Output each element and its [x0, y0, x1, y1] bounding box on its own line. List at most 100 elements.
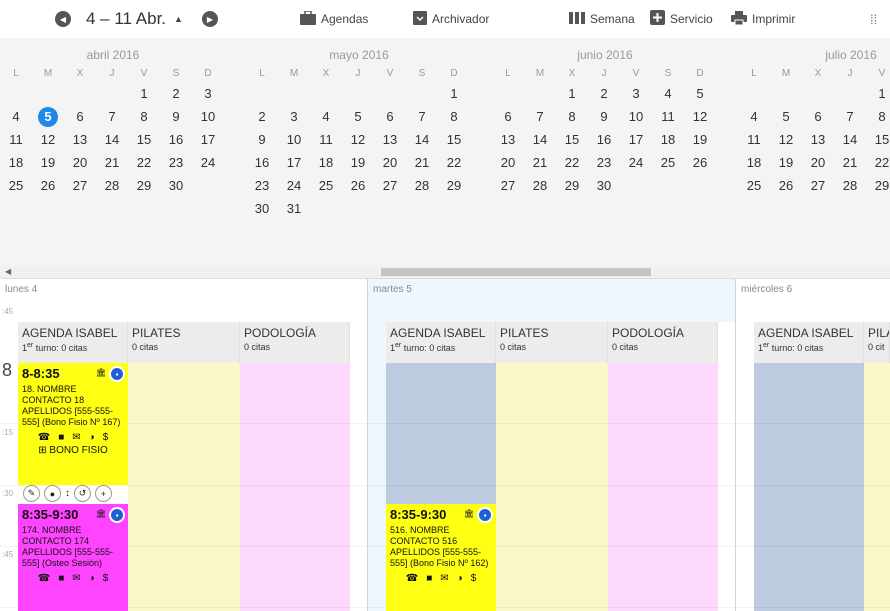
calendar-day[interactable]: 3: [278, 109, 310, 124]
calendar-day[interactable]: 17: [192, 132, 224, 147]
calendar-day[interactable]: 30: [246, 201, 278, 216]
scrollbar-thumb[interactable]: [381, 268, 651, 276]
calendar-day[interactable]: 12: [32, 132, 64, 147]
calendar-day[interactable]: 17: [278, 155, 310, 170]
calendar-day[interactable]: 28: [524, 178, 556, 193]
calendar-day[interactable]: 22: [438, 155, 470, 170]
calendar-day[interactable]: 8: [866, 109, 890, 124]
calendar-day[interactable]: 11: [652, 109, 684, 124]
add-icon[interactable]: +: [95, 485, 112, 502]
podologia-column[interactable]: [608, 363, 718, 611]
calendar-day[interactable]: 22: [866, 155, 890, 170]
phone-icon[interactable]: ☎: [406, 573, 418, 584]
calendar-day[interactable]: 23: [246, 178, 278, 193]
date-range-selector[interactable]: 4 – 11 Abr. ▲: [80, 0, 183, 38]
calendar-day[interactable]: 24: [620, 155, 652, 170]
horizontal-scrollbar[interactable]: ◀: [0, 266, 890, 279]
calendar-day[interactable]: 17: [620, 132, 652, 147]
calendar-day[interactable]: 28: [406, 178, 438, 193]
calendar-day[interactable]: 1: [128, 86, 160, 101]
calendar-day[interactable]: 15: [438, 132, 470, 147]
calendar-day[interactable]: 4: [652, 86, 684, 101]
calendar-day[interactable]: 16: [588, 132, 620, 147]
calendar-day[interactable]: 7: [524, 109, 556, 124]
calendar-day[interactable]: 16: [246, 155, 278, 170]
calendar-day[interactable]: 13: [64, 132, 96, 147]
edit-icon[interactable]: ✎: [23, 485, 40, 502]
agenda-column[interactable]: [754, 363, 864, 611]
calendar-day[interactable]: 18: [652, 132, 684, 147]
calendar-day[interactable]: 11: [738, 132, 770, 147]
calendar-day[interactable]: 7: [406, 109, 438, 124]
appointment-card[interactable]: 8-8:35 🏛 ▪ 18. NOMBRE CONTACTO 18 APELLI…: [18, 363, 128, 485]
calendar-day[interactable]: 18: [738, 155, 770, 170]
calendar-day[interactable]: 6: [374, 109, 406, 124]
calendar-day[interactable]: 20: [802, 155, 834, 170]
pilates-header[interactable]: PILATES 0 citas: [128, 322, 240, 363]
calendar-day[interactable]: 13: [374, 132, 406, 147]
calendar-day[interactable]: 25: [738, 178, 770, 193]
calendar-day[interactable]: 27: [374, 178, 406, 193]
calendar-day[interactable]: 23: [160, 155, 192, 170]
calendar-day[interactable]: 23: [588, 155, 620, 170]
podologia-column[interactable]: [240, 363, 350, 611]
calendar-day[interactable]: 16: [160, 132, 192, 147]
calendar-day[interactable]: 29: [438, 178, 470, 193]
calendar-day[interactable]: 9: [588, 109, 620, 124]
calendar-day[interactable]: 2: [246, 109, 278, 124]
calendar-day[interactable]: 7: [834, 109, 866, 124]
calendar-day[interactable]: 2: [160, 86, 192, 101]
calendar-day[interactable]: 5: [770, 109, 802, 124]
podologia-header[interactable]: PODOLOGÍA 0 citas: [240, 322, 350, 363]
calendar-day[interactable]: 12: [684, 109, 716, 124]
appointment-card[interactable]: 8:35-9:30 🏛 ▪ 516. NOMBRE CONTACTO 516 A…: [386, 504, 496, 611]
calendar-day[interactable]: 14: [406, 132, 438, 147]
calendar-day[interactable]: 5: [342, 109, 374, 124]
calendar-day[interactable]: 28: [834, 178, 866, 193]
calendar-day[interactable]: 4: [310, 109, 342, 124]
calendar-day[interactable]: 26: [770, 178, 802, 193]
calendar-day[interactable]: 10: [192, 109, 224, 124]
calendar-day[interactable]: 2: [588, 86, 620, 101]
calendar-day[interactable]: 26: [684, 155, 716, 170]
calendar-day[interactable]: 4: [0, 109, 32, 124]
calendar-day[interactable]: 6: [64, 109, 96, 124]
calendar-day[interactable]: 22: [556, 155, 588, 170]
calendar-day[interactable]: 25: [652, 155, 684, 170]
imprimir-button[interactable]: Imprimir: [731, 0, 795, 38]
collapse-icon[interactable]: ⁞⁞: [870, 0, 877, 38]
appointment-card[interactable]: 8:35-9:30 🏛 ▪ 174. NOMBRE CONTACTO 174 A…: [18, 504, 128, 611]
calendar-day[interactable]: 15: [556, 132, 588, 147]
dollar-icon[interactable]: $: [103, 432, 109, 443]
calendar-day[interactable]: 14: [96, 132, 128, 147]
pilates-column[interactable]: [128, 363, 240, 611]
email-icon[interactable]: ✉: [72, 432, 80, 443]
calendar-day[interactable]: 11: [310, 132, 342, 147]
phone-icon[interactable]: ☎: [38, 573, 50, 584]
calendar-day[interactable]: 20: [64, 155, 96, 170]
pie-chart-icon[interactable]: ◑: [89, 432, 95, 443]
message-icon[interactable]: ■: [58, 573, 64, 584]
calendar-day[interactable]: 14: [834, 132, 866, 147]
calendar-day[interactable]: 25: [0, 178, 32, 193]
servicio-button[interactable]: Servicio: [650, 0, 713, 38]
calendar-day[interactable]: 4: [738, 109, 770, 124]
archivador-button[interactable]: Archivador: [413, 0, 489, 38]
dollar-icon[interactable]: $: [471, 573, 477, 584]
calendar-day[interactable]: 18: [310, 155, 342, 170]
calendar-day[interactable]: 27: [64, 178, 96, 193]
next-week-button[interactable]: ▶: [202, 0, 218, 38]
calendar-day[interactable]: 15: [128, 132, 160, 147]
semana-button[interactable]: Semana: [569, 0, 635, 38]
message-icon[interactable]: ■: [58, 432, 64, 443]
calendar-day[interactable]: 12: [770, 132, 802, 147]
calendar-day[interactable]: 31: [278, 201, 310, 216]
calendar-day[interactable]: 1: [866, 86, 890, 101]
calendar-day[interactable]: 21: [524, 155, 556, 170]
pilates-header[interactable]: PILATES 0 citas: [496, 322, 608, 363]
calendar-day[interactable]: 10: [278, 132, 310, 147]
calendar-day[interactable]: 29: [556, 178, 588, 193]
calendar-day[interactable]: 30: [160, 178, 192, 193]
calendar-day[interactable]: 25: [310, 178, 342, 193]
calendar-day[interactable]: 6: [492, 109, 524, 124]
